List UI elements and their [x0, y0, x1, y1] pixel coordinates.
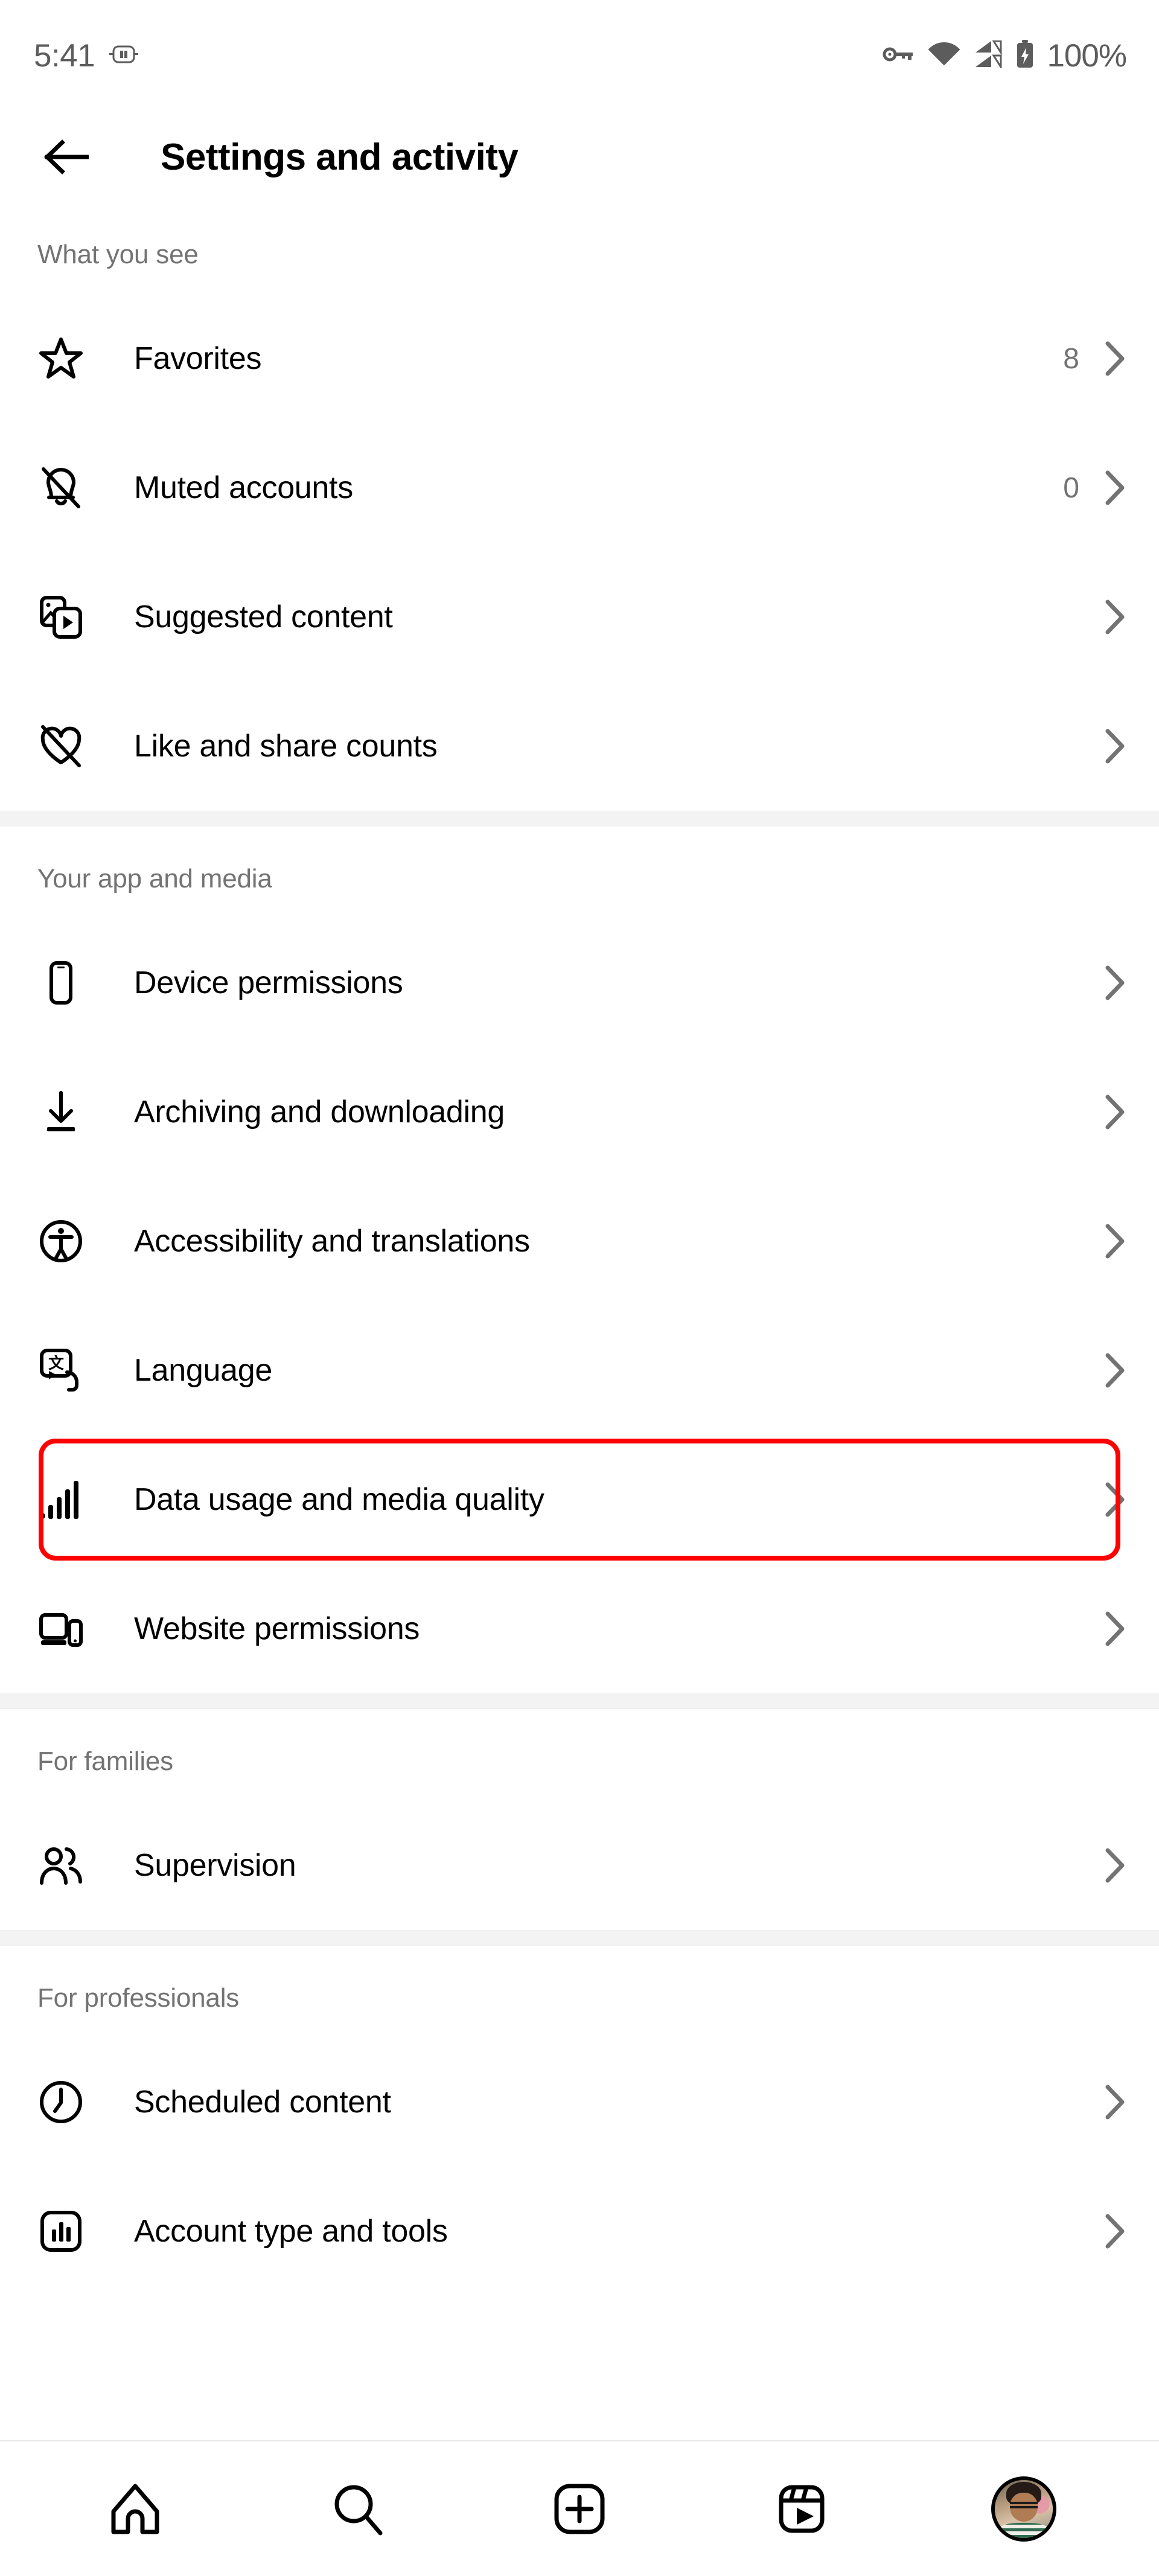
list-item-label: Suggested content	[134, 599, 393, 634]
section-divider	[0, 811, 1159, 826]
svg-text:文: 文	[48, 1354, 65, 1372]
list-item-trailing	[1105, 1611, 1125, 1646]
dual-sim-icon	[108, 44, 139, 68]
list-item-label: Supervision	[134, 1848, 296, 1883]
heart-slash-icon	[37, 723, 85, 770]
list-item-label: Account type and tools	[134, 2214, 448, 2249]
list-item-scheduled-content[interactable]: Scheduled content	[0, 2037, 1159, 2167]
list-item-label: Website permissions	[134, 1611, 420, 1646]
page-header: Settings and activity	[0, 112, 1159, 202]
list-item-like-and-share-counts[interactable]: Like and share counts	[0, 682, 1159, 811]
list-item-trailing	[1105, 1095, 1125, 1130]
avatar	[991, 2476, 1056, 2542]
section-title-for-families: For families	[37, 1747, 173, 1776]
phone-icon	[37, 959, 85, 1006]
chevron-right-icon	[1105, 1224, 1125, 1259]
list-item-trailing	[1105, 2214, 1125, 2249]
list-item-trailing	[1105, 1224, 1125, 1259]
signal-bars-icon	[37, 1476, 85, 1523]
list-item-label: Muted accounts	[134, 470, 353, 505]
list-item-label: Favorites	[134, 341, 262, 376]
chevron-right-icon	[1105, 341, 1125, 376]
list-item-trailing	[1105, 1353, 1125, 1388]
people-icon	[37, 1842, 85, 1889]
section-divider	[0, 1693, 1159, 1709]
chevron-right-icon	[1105, 1353, 1125, 1388]
star-icon	[37, 335, 85, 382]
avatar-glasses	[1009, 2501, 1038, 2508]
status-bar-left: 5:41	[34, 37, 139, 74]
section-title-what-you-see: What you see	[37, 240, 199, 269]
list-item-muted-accounts[interactable]: Muted accounts 0	[0, 423, 1159, 552]
avatar-shirt	[999, 2522, 1049, 2538]
nav-home-icon[interactable]	[93, 2467, 177, 2551]
list-item-data-usage-and-media-quality[interactable]: Data usage and media quality	[19, 1435, 1140, 1564]
list-item-trailing: 8	[1063, 341, 1125, 376]
list-item-label: Like and share counts	[134, 729, 438, 764]
battery-charging-icon	[1015, 40, 1035, 72]
suggested-content-icon	[37, 593, 85, 641]
list-item-accessibility-and-translations[interactable]: Accessibility and translations	[0, 1177, 1159, 1306]
download-icon	[37, 1088, 85, 1136]
list-item-trailing	[1079, 599, 1125, 634]
status-bar: 5:41 100%	[0, 0, 1159, 112]
chevron-right-icon	[1105, 729, 1125, 764]
list-item-count: 8	[1063, 342, 1079, 375]
wifi-icon	[927, 42, 961, 70]
nav-profile-avatar[interactable]	[982, 2467, 1066, 2551]
list-item-trailing	[1105, 965, 1125, 1000]
list-item-label: Scheduled content	[134, 2085, 391, 2120]
list-item-archiving-and-downloading[interactable]: Archiving and downloading	[0, 1047, 1159, 1177]
section-divider	[0, 1930, 1159, 1946]
back-arrow-icon[interactable]	[37, 128, 95, 186]
nav-reels-icon[interactable]	[759, 2467, 844, 2551]
list-item-website-permissions[interactable]: Website permissions	[0, 1564, 1159, 1693]
list-item-label: Data usage and media quality	[134, 1482, 544, 1517]
chevron-right-icon	[1105, 965, 1125, 1000]
list-item-trailing	[1105, 2085, 1125, 2120]
chevron-right-icon	[1105, 2085, 1125, 2120]
list-item-favorites[interactable]: Favorites 8	[0, 294, 1159, 423]
list-item-account-type-and-tools[interactable]: Account type and tools	[0, 2167, 1159, 2296]
list-item-label: Accessibility and translations	[134, 1224, 530, 1259]
list-item-trailing	[1105, 1848, 1125, 1883]
accessibility-icon	[37, 1218, 85, 1265]
translate-icon: 文	[37, 1347, 85, 1394]
list-item-supervision[interactable]: Supervision	[0, 1801, 1159, 1930]
nav-create-icon[interactable]	[537, 2467, 622, 2551]
list-item-trailing	[1079, 729, 1125, 764]
page-title: Settings and activity	[161, 136, 519, 178]
chevron-right-icon	[1105, 470, 1125, 505]
section-title-for-professionals: For professionals	[37, 1983, 240, 2013]
section-title-your-app-and-media: Your app and media	[37, 864, 272, 893]
battery-percentage: 100%	[1047, 38, 1127, 74]
bell-slash-icon	[37, 464, 85, 511]
status-bar-clock: 5:41	[34, 38, 95, 74]
chevron-right-icon	[1105, 1848, 1125, 1883]
list-item-label: Language	[134, 1353, 272, 1388]
settings-and-activity-screen: 5:41 100% Settings and activity What you…	[0, 0, 1159, 2576]
clock-icon	[37, 2079, 85, 2126]
list-item-count: 0	[1063, 471, 1079, 504]
list-item-trailing: 0	[1063, 470, 1125, 505]
list-item-label: Archiving and downloading	[134, 1095, 505, 1130]
chevron-right-icon	[1105, 2214, 1125, 2249]
list-item-trailing	[1105, 1482, 1125, 1517]
list-item-suggested-content[interactable]: Suggested content	[0, 552, 1159, 682]
nav-search-icon[interactable]	[315, 2467, 400, 2551]
chevron-right-icon	[1105, 1095, 1125, 1130]
list-item-language[interactable]: 文 Language	[0, 1306, 1159, 1435]
chevron-right-icon	[1105, 599, 1125, 634]
bottom-navigation-bar	[0, 2440, 1159, 2576]
list-item-device-permissions[interactable]: Device permissions	[0, 918, 1159, 1047]
chevron-right-icon	[1105, 1611, 1125, 1646]
vpn-key-icon	[881, 42, 915, 69]
list-item-label: Device permissions	[134, 965, 403, 1000]
status-bar-right: 100%	[881, 37, 1127, 74]
chevron-right-icon	[1105, 1482, 1125, 1517]
cellular-signal-icon	[973, 40, 1003, 71]
browser-icon	[37, 1605, 85, 1652]
bar-chart-icon	[37, 2208, 85, 2255]
